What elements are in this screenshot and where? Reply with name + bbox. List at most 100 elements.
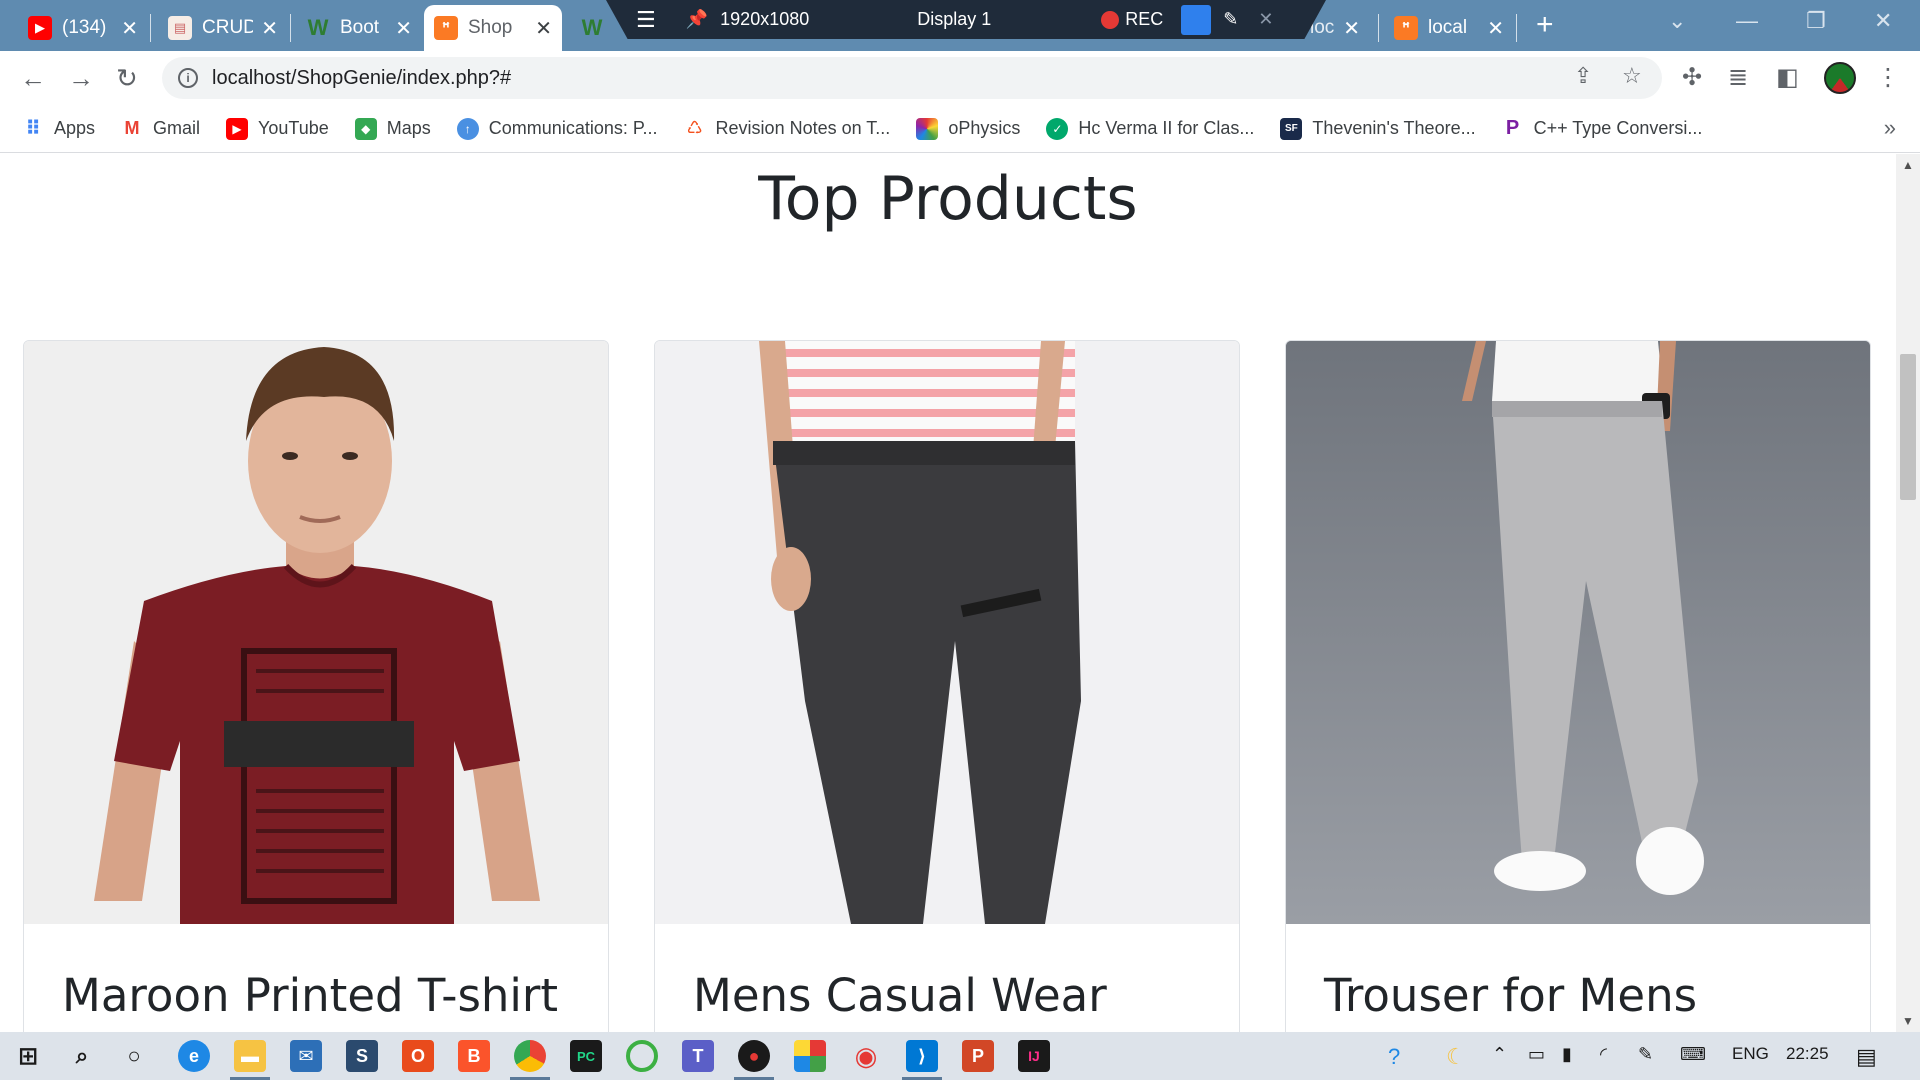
close-icon[interactable]: ✕ bbox=[1258, 9, 1273, 30]
profile-avatar[interactable] bbox=[1824, 62, 1856, 94]
bookmark-cpp[interactable]: P C++ Type Conversi... bbox=[1502, 117, 1702, 140]
clock[interactable]: 22:25 bbox=[1786, 1044, 1829, 1064]
product-image[interactable] bbox=[655, 341, 1239, 924]
rec-indicator[interactable]: REC bbox=[1101, 9, 1163, 30]
language-indicator[interactable]: ENG bbox=[1732, 1044, 1769, 1064]
bookmark-label: Communications: P... bbox=[488, 118, 658, 138]
camera-icon[interactable] bbox=[1181, 4, 1212, 35]
tab-crud[interactable]: ▤ CRUD ✕ bbox=[158, 5, 288, 51]
more-bookmarks-icon[interactable]: » bbox=[1884, 115, 1896, 141]
bookmark-star-icon[interactable]: ☆ bbox=[1622, 63, 1642, 89]
pen-icon[interactable]: ✎ bbox=[1223, 9, 1238, 30]
screen-recorder-bar: ☰ 📌 1920x1080 Display 1 REC ✎ ✕ bbox=[606, 0, 1326, 39]
close-window-icon[interactable]: ✕ bbox=[1874, 8, 1892, 34]
close-icon[interactable]: ✕ bbox=[1487, 16, 1504, 41]
close-icon[interactable]: ✕ bbox=[261, 16, 278, 41]
tab-title: local bbox=[1428, 17, 1468, 38]
brave-icon[interactable]: B bbox=[458, 1040, 490, 1072]
close-icon[interactable]: ✕ bbox=[395, 16, 412, 41]
media-control-icon[interactable]: ≣ bbox=[1728, 63, 1748, 92]
tab-w[interactable]: W bbox=[570, 5, 620, 51]
bookmark-label: Thevenin's Theore... bbox=[1312, 118, 1476, 138]
windows-start-icon[interactable]: ⊞ bbox=[12, 1040, 44, 1072]
side-panel-icon[interactable]: ◧ bbox=[1776, 63, 1799, 92]
product-title[interactable]: Mens Casual Wear bbox=[693, 969, 1107, 1022]
product-title[interactable]: Trouser for Mens bbox=[1324, 969, 1697, 1022]
tab-youtube[interactable]: ▶ (134) ✕ bbox=[18, 5, 148, 51]
chrome-icon[interactable] bbox=[514, 1040, 546, 1072]
more-menu-icon[interactable]: ⋮ bbox=[1876, 63, 1900, 92]
bookmark-label: Revision Notes on T... bbox=[715, 118, 891, 138]
moon-icon[interactable]: ☾ bbox=[1446, 1044, 1466, 1070]
gmail-icon: M bbox=[124, 118, 140, 138]
product-title[interactable]: Maroon Printed T-shirt bbox=[62, 969, 558, 1022]
bookmark-communications[interactable]: ↑ Communications: P... bbox=[456, 117, 658, 140]
restore-icon[interactable]: ❐ bbox=[1806, 8, 1826, 34]
share-icon[interactable]: ⇪ bbox=[1574, 63, 1592, 89]
tab-local-2[interactable]: ꟸ local ✕ bbox=[1384, 5, 1514, 51]
scroll-up-icon[interactable]: ▲ bbox=[1902, 158, 1914, 172]
product-image[interactable] bbox=[1286, 341, 1870, 924]
pycharm-icon[interactable]: PC bbox=[570, 1040, 602, 1072]
bookmark-apps[interactable]: ⠿ Apps bbox=[22, 118, 95, 140]
pen-icon[interactable]: ✎ bbox=[1638, 1044, 1653, 1065]
product-image[interactable] bbox=[24, 341, 608, 924]
bookmark-hc-verma[interactable]: ✓ Hc Verma II for Clas... bbox=[1046, 117, 1254, 140]
office-icon[interactable]: O bbox=[402, 1040, 434, 1072]
notifications-icon[interactable]: ▤ bbox=[1856, 1044, 1877, 1070]
forward-icon[interactable]: → bbox=[68, 63, 94, 94]
pin-icon[interactable]: 📌 bbox=[686, 9, 708, 30]
reload-icon[interactable]: ↻ bbox=[116, 63, 138, 94]
bookmark-youtube[interactable]: ▶ YouTube bbox=[226, 117, 329, 140]
apps-grid-icon: ⠿ bbox=[25, 118, 41, 140]
url-text[interactable]: localhost/ShopGenie/index.php?# bbox=[212, 67, 511, 90]
app-grid-icon[interactable] bbox=[794, 1040, 826, 1072]
address-bar[interactable]: i localhost/ShopGenie/index.php?# bbox=[162, 57, 1662, 99]
extensions-icon[interactable]: ✣ bbox=[1682, 63, 1702, 92]
tab-search-icon[interactable]: ⌄ bbox=[1668, 8, 1686, 34]
keyboard-icon[interactable]: ⌨ bbox=[1680, 1044, 1706, 1065]
product-card[interactable]: Trouser for Mens bbox=[1285, 340, 1871, 1032]
task-view-icon[interactable]: ○ bbox=[118, 1040, 150, 1072]
bookmark-revision-notes[interactable]: ♺ Revision Notes on T... bbox=[684, 118, 891, 140]
site-info-icon[interactable]: i bbox=[178, 68, 198, 88]
bookmark-ophysics[interactable]: oPhysics bbox=[916, 117, 1021, 140]
meet-icon[interactable]: ▭ bbox=[1528, 1044, 1545, 1065]
record-icon[interactable]: ◉ bbox=[850, 1040, 882, 1072]
chevron-up-icon[interactable]: ⌃ bbox=[1492, 1044, 1507, 1065]
bookmark-label: oPhysics bbox=[948, 118, 1021, 138]
mail-icon[interactable]: ✉ bbox=[290, 1040, 322, 1072]
page-scrollbar[interactable]: ▲ ▼ bbox=[1896, 154, 1920, 1032]
close-icon[interactable]: ✕ bbox=[121, 16, 138, 41]
close-icon[interactable]: ✕ bbox=[1343, 16, 1360, 41]
help-icon[interactable]: ? bbox=[1388, 1044, 1400, 1070]
new-tab-button[interactable]: + bbox=[1536, 8, 1554, 42]
recorder-icon[interactable]: ● bbox=[738, 1040, 770, 1072]
teams-icon[interactable]: T bbox=[682, 1040, 714, 1072]
scroll-down-icon[interactable]: ▼ bbox=[1902, 1014, 1914, 1028]
search-icon[interactable]: ⌕ bbox=[66, 1040, 98, 1072]
intellij-icon[interactable]: IJ bbox=[1018, 1040, 1050, 1072]
bookmark-maps[interactable]: ◆ Maps bbox=[354, 117, 431, 140]
tab-shopgenie[interactable]: ꟸ Shop ✕ bbox=[424, 5, 562, 51]
close-icon[interactable]: ✕ bbox=[535, 16, 552, 41]
scrollbar-thumb[interactable] bbox=[1900, 354, 1916, 500]
sync-icon[interactable] bbox=[626, 1040, 658, 1072]
bookmark-gmail[interactable]: M Gmail bbox=[121, 118, 201, 140]
product-card[interactable]: Mens Casual Wear bbox=[654, 340, 1240, 1032]
back-icon[interactable]: ← bbox=[20, 63, 46, 94]
vscode-icon[interactable]: ⟩ bbox=[906, 1040, 938, 1072]
wifi-icon[interactable]: ◜ bbox=[1600, 1044, 1607, 1065]
menu-icon[interactable]: ☰ bbox=[636, 7, 656, 33]
record-dot-icon bbox=[1101, 10, 1120, 29]
product-card[interactable]: Maroon Printed T-shirt bbox=[23, 340, 609, 1032]
powerpoint-icon[interactable]: P bbox=[962, 1040, 994, 1072]
youtube-icon: ▶ bbox=[28, 16, 52, 40]
edge-icon[interactable]: e bbox=[178, 1040, 210, 1072]
tab-bootstrap[interactable]: W Boot ✕ bbox=[296, 5, 422, 51]
battery-icon[interactable]: ▮ bbox=[1562, 1044, 1572, 1065]
file-explorer-icon[interactable]: ▬ bbox=[234, 1040, 266, 1072]
bookmark-thevenin[interactable]: SF Thevenin's Theore... bbox=[1280, 117, 1476, 140]
minimize-icon[interactable]: — bbox=[1736, 8, 1758, 34]
app-s-icon[interactable]: S bbox=[346, 1040, 378, 1072]
